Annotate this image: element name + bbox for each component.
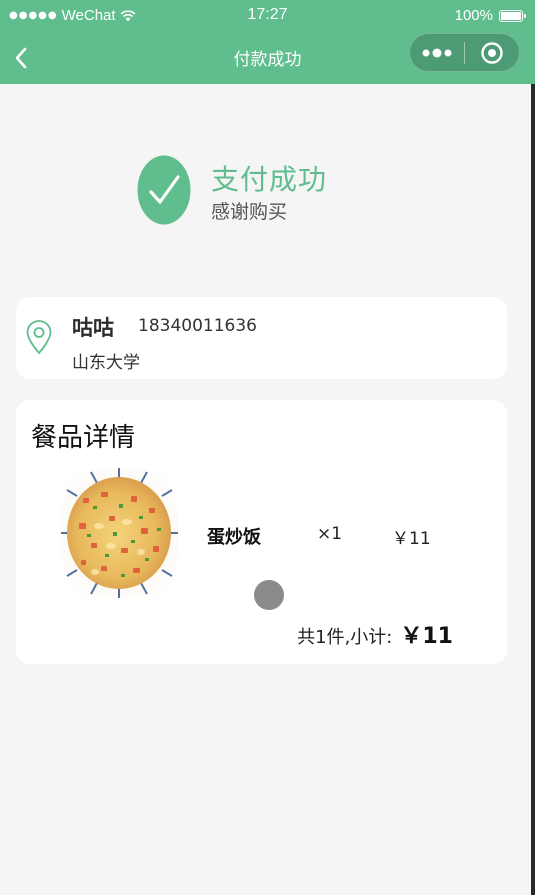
total-amount: ￥11 xyxy=(400,624,453,649)
delivery-address: 山东大学 xyxy=(72,353,140,373)
status-right: 100% xyxy=(454,7,526,24)
success-subtitle: 感谢购买 xyxy=(211,201,288,223)
food-image xyxy=(61,468,178,598)
food-name: 蛋炒饭 xyxy=(207,527,261,548)
more-button[interactable] xyxy=(410,34,464,71)
address-card[interactable]: 咕咕 18340011636 山东大学 xyxy=(16,297,507,379)
food-quantity: ×1 xyxy=(317,524,343,544)
food-price: ￥11 xyxy=(392,529,431,549)
battery-label: 100% xyxy=(454,7,493,24)
success-title: 支付成功 xyxy=(211,163,328,196)
scrollbar[interactable] xyxy=(531,84,535,895)
total-label: 共1件,小计: xyxy=(297,627,393,648)
fried-rice-photo xyxy=(61,468,178,598)
status-bar: ●●●●● WeChat 17:27 100% xyxy=(0,0,535,33)
location-pin-icon xyxy=(26,320,52,355)
more-dots-icon xyxy=(422,48,452,57)
order-detail-card: 餐品详情 蛋炒饭 ×1 ￥11 共1件,小计: ￥11 xyxy=(16,400,507,664)
recipient-name: 咕咕 xyxy=(72,316,114,340)
success-area: 支付成功 感谢购买 xyxy=(0,84,535,284)
nav-bar: 付款成功 xyxy=(0,33,535,84)
close-button[interactable] xyxy=(465,34,519,71)
recipient-phone: 18340011636 xyxy=(138,316,257,336)
battery-icon xyxy=(499,9,526,22)
target-icon xyxy=(481,41,503,64)
mini-program-capsule xyxy=(409,33,520,72)
touch-indicator xyxy=(254,580,284,610)
order-total: 共1件,小计: ￥11 xyxy=(297,618,453,650)
section-title: 餐品详情 xyxy=(31,423,136,453)
check-circle-icon xyxy=(137,155,191,225)
